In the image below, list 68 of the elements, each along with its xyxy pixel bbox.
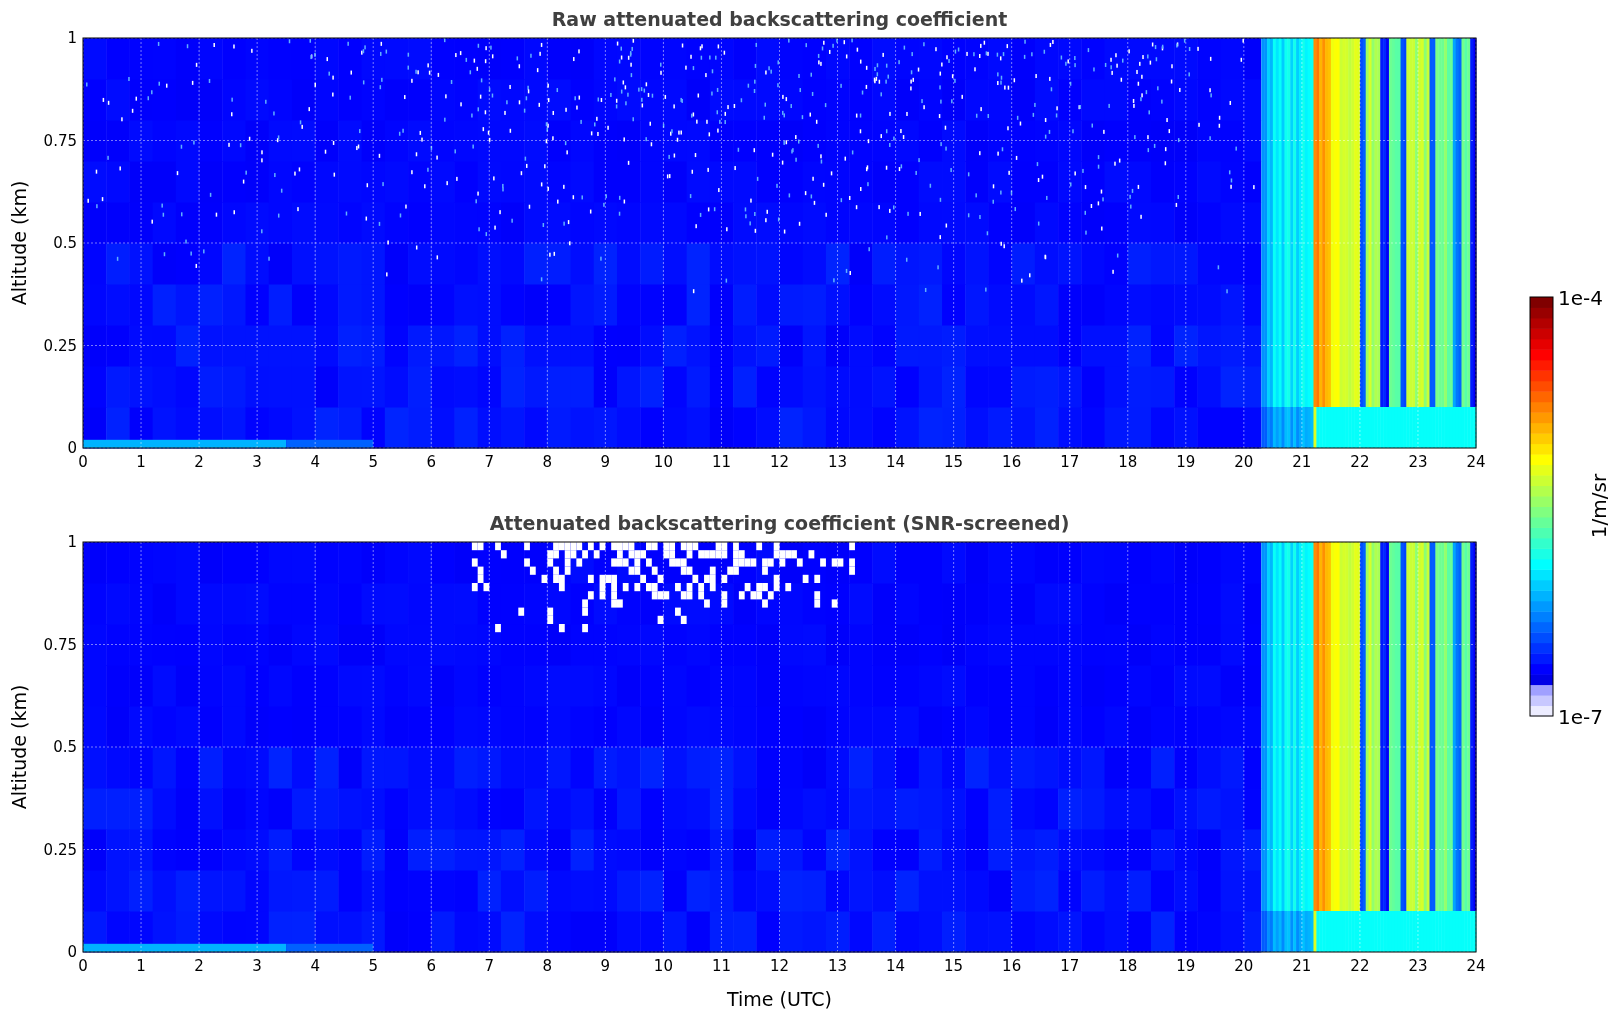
tick-label: 8 (542, 957, 553, 975)
tick-label: 3 (252, 453, 262, 471)
tick-label: 0.25 (43, 336, 77, 355)
tick-label: 6 (426, 957, 436, 975)
tick-label: 0 (67, 439, 77, 457)
tick-label: 24 (1466, 453, 1486, 471)
tick-label: 18 (1118, 453, 1138, 471)
tick-label: 23 (1408, 957, 1428, 975)
tick-label: 12 (769, 957, 790, 975)
tick-label: 0.75 (43, 635, 77, 654)
tick-label: 4 (310, 957, 320, 975)
axis-label: Altitude (km) (8, 180, 30, 306)
tick-label: 3 (252, 957, 262, 975)
plot-title: Attenuated backscattering coefficient (SNR-screened) (489, 512, 1070, 534)
tick-label: 9 (600, 957, 611, 975)
tick-label: 0.5 (53, 234, 77, 252)
tick-label: 1 (67, 533, 77, 551)
tick-label: 21 (1292, 453, 1312, 471)
tick-label: 11 (711, 957, 731, 975)
tick-label: 14 (886, 957, 906, 975)
tick-label: 19 (1176, 957, 1196, 975)
tick-label: 16 (1002, 453, 1022, 471)
tick-label: 0.5 (53, 738, 77, 756)
tick-label: 20 (1234, 453, 1254, 471)
tick-label: 24 (1466, 957, 1486, 975)
tick-label: 10 (653, 957, 673, 975)
colorbar-min-label: 1e-7 (1558, 705, 1603, 729)
colorbar-label: 1/m/sr (1587, 473, 1611, 539)
tick-label: 22 (1350, 957, 1370, 975)
tick-label: 0 (67, 943, 77, 961)
tick-label: 0.75 (43, 131, 77, 150)
tick-label: 18 (1118, 957, 1138, 975)
tick-label: 1 (136, 453, 146, 471)
tick-label: 5 (368, 453, 378, 471)
tick-label: 15 (944, 453, 964, 471)
tick-label: 14 (886, 453, 906, 471)
tick-label: 2 (194, 957, 204, 975)
tick-label: 21 (1292, 957, 1312, 975)
tick-label: 17 (1060, 957, 1080, 975)
plot-title: Raw attenuated backscattering coefficient (551, 8, 1008, 30)
tick-label: 16 (1002, 957, 1022, 975)
tick-label: 0 (78, 453, 88, 471)
tick-label: 0 (78, 957, 88, 975)
tick-label: 10 (653, 453, 673, 471)
tick-label: 9 (600, 453, 611, 471)
colorbar-max-label: 1e-4 (1558, 286, 1603, 310)
tick-label: 2 (194, 453, 204, 471)
tick-label: 20 (1234, 957, 1254, 975)
tick-label: 13 (828, 957, 848, 975)
tick-label: 7 (484, 957, 495, 975)
tick-label: 23 (1408, 453, 1428, 471)
tick-label: 17 (1060, 453, 1080, 471)
axis-label: Altitude (km) (8, 684, 30, 810)
tick-label: 5 (368, 957, 378, 975)
tick-label: 8 (542, 453, 553, 471)
tick-label: 22 (1350, 453, 1370, 471)
tick-label: 11 (711, 453, 731, 471)
tick-label: 0.25 (43, 840, 77, 859)
tick-label: 12 (769, 453, 790, 471)
tick-label: 15 (944, 957, 964, 975)
tick-label: 13 (828, 453, 848, 471)
tick-label: 7 (484, 453, 495, 471)
tick-label: 6 (426, 453, 436, 471)
tick-label: 1 (136, 957, 146, 975)
tick-label: 19 (1176, 453, 1196, 471)
tick-label: 1 (67, 29, 77, 47)
tick-label: 4 (310, 453, 320, 471)
axis-label: Time (UTC) (727, 988, 832, 1010)
